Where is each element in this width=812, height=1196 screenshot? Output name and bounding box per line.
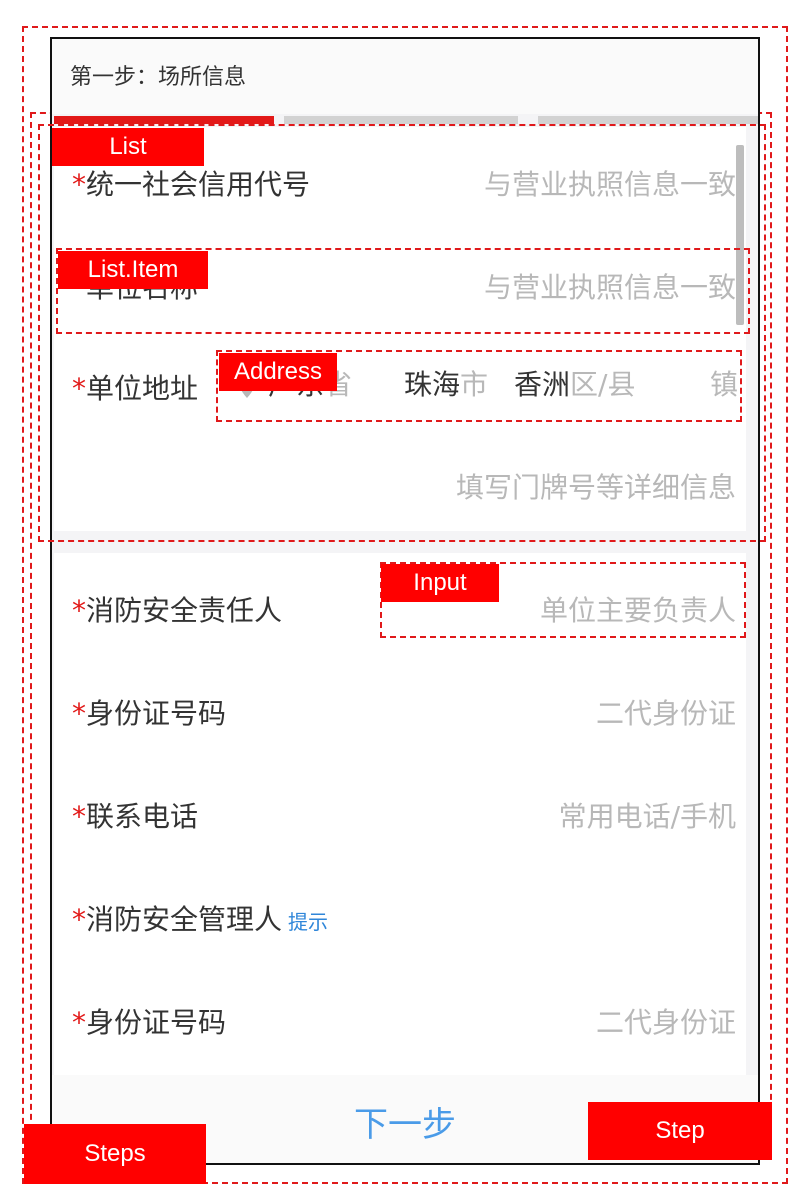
required-asterisk: * <box>72 903 86 936</box>
page-title: 第一步：场所信息 <box>70 65 247 90</box>
list-item[interactable]: *身份证号码 二代身份证 <box>54 965 746 1068</box>
fire-safety-responsible-label: 消防安全责任人 <box>86 594 283 627</box>
hint-link[interactable]: 提示 <box>288 910 328 934</box>
id-number-input[interactable]: 二代身份证 <box>596 692 736 732</box>
fire-safety-manager-label: 消防安全管理人 <box>86 903 283 936</box>
phone-label: 联系电话 <box>86 800 199 833</box>
address-tag: Address <box>219 353 337 391</box>
phone-input[interactable]: 常用电话/手机 <box>559 795 736 835</box>
progress-segment-3 <box>538 116 758 124</box>
progress-segment-2 <box>284 116 518 124</box>
input-tag: Input <box>381 564 499 602</box>
required-asterisk: * <box>72 594 86 627</box>
step-tag: Step <box>588 1102 772 1160</box>
list-item-tag: List.Item <box>58 251 208 289</box>
required-asterisk: * <box>72 1006 86 1039</box>
list-item[interactable]: *消防安全管理人 提示 <box>54 862 746 965</box>
manager-id-number-input[interactable]: 二代身份证 <box>596 1001 736 1041</box>
steps-tag: Steps <box>24 1124 206 1184</box>
required-asterisk: * <box>72 697 86 730</box>
id-number-label: 身份证号码 <box>86 697 227 730</box>
manager-id-number-label: 身份证号码 <box>86 1006 227 1039</box>
list-item[interactable]: *身份证号码 二代身份证 <box>54 656 746 759</box>
step-header: 第一步：场所信息 <box>52 39 758 114</box>
list-item[interactable]: *联系电话 常用电话/手机 <box>54 759 746 862</box>
list-tag: List <box>52 128 204 166</box>
progress-segment-1 <box>54 116 274 124</box>
required-asterisk: * <box>72 800 86 833</box>
